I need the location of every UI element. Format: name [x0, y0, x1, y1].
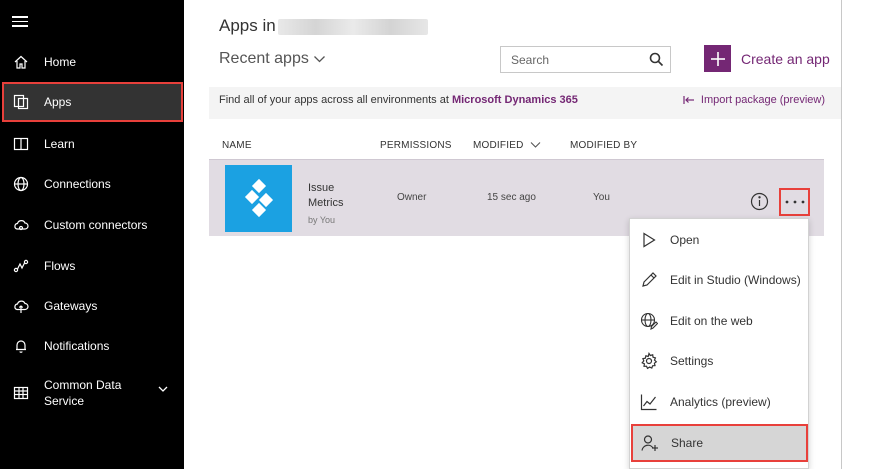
view-selector[interactable]: Recent apps: [219, 50, 326, 68]
column-header-name[interactable]: NAME: [222, 140, 252, 151]
sidebar-item-label: Custom connectors: [44, 218, 148, 232]
info-text: Find all of your apps across all environ…: [219, 94, 578, 106]
app-modified: 15 sec ago: [487, 192, 536, 203]
sidebar-item-label: Notifications: [44, 339, 110, 353]
play-icon: [640, 231, 658, 249]
import-icon: [683, 96, 694, 104]
analytics-icon: [640, 393, 658, 411]
column-header-modified[interactable]: MODIFIED: [473, 140, 524, 151]
create-app-label: Create an app: [741, 50, 830, 67]
menu-item-settings[interactable]: Settings: [630, 341, 808, 381]
column-header-modified-by[interactable]: MODIFIED BY: [570, 140, 637, 151]
page-title: Apps in: [219, 16, 276, 35]
sort-chevron-icon[interactable]: [530, 141, 541, 149]
menu-item-analytics[interactable]: Analytics (preview): [630, 382, 808, 422]
sidebar-item-connections[interactable]: Connections: [0, 165, 184, 203]
app-modified-by: You: [593, 192, 610, 203]
hamburger-menu-icon[interactable]: [12, 16, 28, 28]
app-owner: by You: [308, 215, 336, 225]
sidebar: Home Apps Learn Connections Custom conne…: [0, 0, 184, 469]
search-icon[interactable]: [649, 52, 664, 72]
menu-item-share[interactable]: Share: [631, 424, 808, 462]
sidebar-item-label: Flows: [44, 259, 76, 273]
sidebar-item-label: Home: [44, 55, 77, 69]
search-input[interactable]: Search: [500, 46, 671, 73]
bell-icon: [13, 338, 29, 354]
sidebar-item-notifications[interactable]: Notifications: [0, 327, 184, 365]
column-header-permissions[interactable]: PERMISSIONS: [380, 140, 452, 151]
info-icon[interactable]: [750, 192, 769, 216]
plus-icon: [704, 45, 731, 72]
sidebar-item-apps[interactable]: Apps: [2, 82, 183, 122]
sidebar-item-label: Learn: [44, 137, 75, 151]
apps-icon: [13, 94, 29, 110]
create-app-button[interactable]: Create an app: [704, 45, 830, 72]
environment-name-redacted: [278, 19, 428, 35]
pencil-icon: [640, 271, 658, 289]
sidebar-item-label: Apps: [44, 95, 72, 109]
sidebar-item-flows[interactable]: Flows: [0, 247, 184, 285]
info-bar: Find all of your apps across all environ…: [209, 87, 841, 119]
sidebar-item-common-data-service[interactable]: Common Data Service: [0, 373, 184, 413]
share-user-icon: [641, 434, 659, 452]
sidebar-item-learn[interactable]: Learn: [0, 125, 184, 163]
sidebar-item-home[interactable]: Home: [0, 43, 184, 81]
sidebar-item-gateways[interactable]: Gateways: [0, 287, 184, 325]
app-name[interactable]: Issue Metrics: [308, 181, 368, 211]
app-permissions: Owner: [397, 192, 427, 203]
menu-item-edit-web[interactable]: Edit on the web: [630, 301, 808, 341]
cloud-gear-icon: [13, 217, 29, 233]
flow-icon: [13, 258, 29, 274]
context-menu: Open Edit in Studio (Windows) Edit on th…: [629, 218, 809, 469]
gear-icon: [640, 352, 658, 370]
chevron-down-icon[interactable]: [157, 382, 169, 400]
more-options-button[interactable]: [779, 188, 810, 216]
sidebar-item-label: Gateways: [44, 299, 98, 313]
dynamics-link[interactable]: Microsoft Dynamics 365: [452, 94, 578, 106]
import-package-link[interactable]: Import package (preview): [683, 94, 825, 106]
book-icon: [13, 136, 29, 152]
web-edit-icon: [640, 312, 658, 330]
view-selector-label: Recent apps: [219, 50, 309, 67]
sidebar-item-label: Common Data Service: [44, 378, 122, 408]
cloud-upload-icon: [13, 298, 29, 314]
menu-item-open[interactable]: Open: [630, 220, 808, 260]
home-icon: [13, 54, 29, 70]
sidebar-item-custom-connectors[interactable]: Custom connectors: [0, 206, 184, 244]
chevron-down-icon: [313, 56, 325, 63]
globe-icon: [13, 176, 29, 192]
sidebar-item-label: Connections: [44, 177, 111, 191]
table-icon: [13, 385, 29, 401]
search-placeholder: Search: [511, 53, 550, 67]
app-icon: [225, 165, 292, 232]
ellipsis-icon: [785, 200, 804, 204]
frame-border: [841, 0, 842, 469]
menu-item-edit-studio[interactable]: Edit in Studio (Windows): [630, 260, 808, 300]
